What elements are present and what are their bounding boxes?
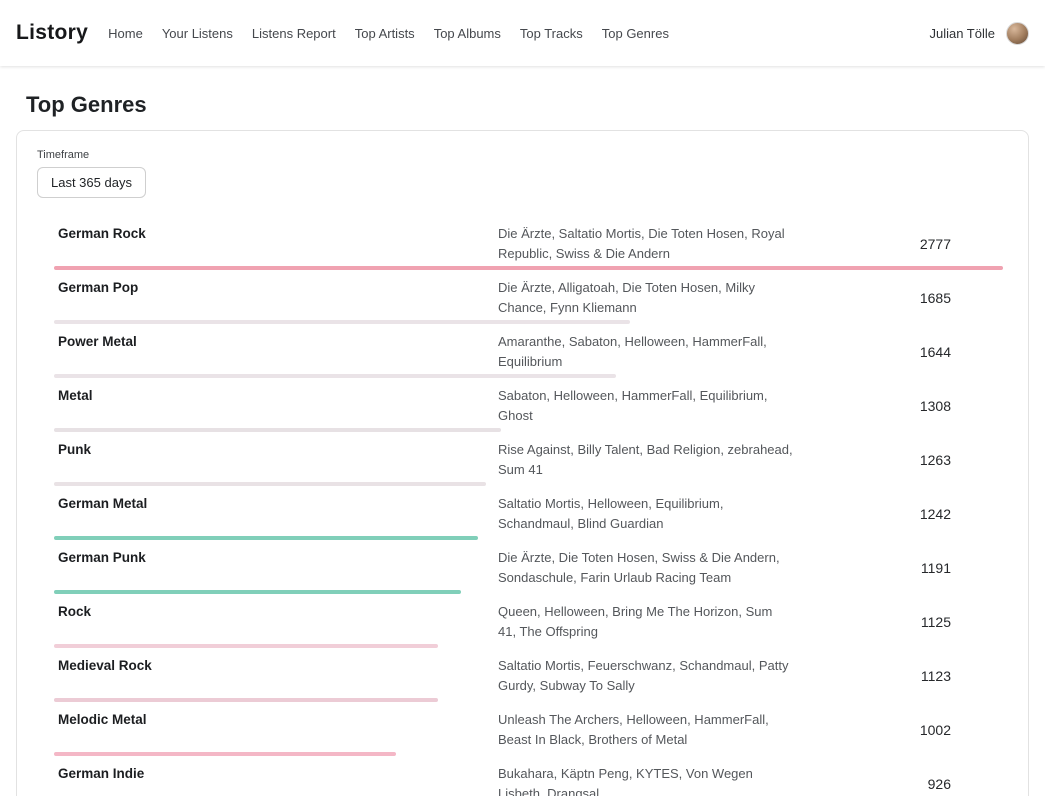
- genre-bar-track: [54, 428, 1003, 432]
- user-name: Julian Tölle: [929, 26, 995, 41]
- genre-name: Power Metal: [54, 332, 498, 352]
- genre-bar-track: [54, 644, 1003, 648]
- timeframe-filter: Timeframe Last 365 days: [17, 149, 1028, 198]
- genre-bar-track: [54, 320, 1003, 324]
- genre-artists: Unleash The Archers, Helloween, HammerFa…: [498, 710, 793, 749]
- genre-count: 926: [793, 776, 1003, 792]
- genre-count: 1125: [793, 614, 1003, 630]
- genre-row: German Metal Saltatio Mortis, Helloween,…: [54, 494, 1003, 540]
- genre-name: Punk: [54, 440, 498, 460]
- nav-item-your-listens[interactable]: Your Listens: [162, 26, 233, 41]
- genre-row: German Rock Die Ärzte, Saltatio Mortis, …: [54, 224, 1003, 270]
- genre-bar: [54, 428, 501, 432]
- genre-artists: Die Ärzte, Saltatio Mortis, Die Toten Ho…: [498, 224, 793, 263]
- timeframe-select[interactable]: Last 365 days: [37, 167, 146, 198]
- nav-item-top-albums[interactable]: Top Albums: [434, 26, 501, 41]
- genre-name: German Rock: [54, 224, 498, 244]
- top-navbar: Listory Home Your Listens Listens Report…: [0, 0, 1045, 66]
- genre-name: German Punk: [54, 548, 498, 568]
- genre-name: Rock: [54, 602, 498, 622]
- genre-bar: [54, 752, 396, 756]
- genre-count: 1123: [793, 668, 1003, 684]
- genre-count: 1191: [793, 560, 1003, 576]
- genre-row: German Pop Die Ärzte, Alligatoah, Die To…: [54, 278, 1003, 324]
- genre-row: Rock Queen, Helloween, Bring Me The Hori…: [54, 602, 1003, 648]
- genre-bar-track: [54, 482, 1003, 486]
- genre-name: German Metal: [54, 494, 498, 514]
- genre-bar: [54, 374, 616, 378]
- nav-item-top-artists[interactable]: Top Artists: [355, 26, 415, 41]
- genre-artists: Rise Against, Billy Talent, Bad Religion…: [498, 440, 793, 479]
- page-content: Top Genres Timeframe Last 365 days Germa…: [0, 92, 1045, 796]
- genre-bar-track: [54, 266, 1003, 270]
- genre-bar-track: [54, 698, 1003, 702]
- genre-artists: Saltatio Mortis, Helloween, Equilibrium,…: [498, 494, 793, 533]
- app-logo[interactable]: Listory: [16, 21, 88, 45]
- genre-count: 1308: [793, 398, 1003, 414]
- genre-bar-track: [54, 590, 1003, 594]
- nav-item-top-tracks[interactable]: Top Tracks: [520, 26, 583, 41]
- genre-artists: Die Ärzte, Alligatoah, Die Toten Hosen, …: [498, 278, 793, 317]
- genre-row: German Indie Bukahara, Käptn Peng, KYTES…: [54, 764, 1003, 796]
- user-menu[interactable]: Julian Tölle: [929, 22, 1029, 45]
- genre-row: Metal Sabaton, Helloween, HammerFall, Eq…: [54, 386, 1003, 432]
- genre-list: German Rock Die Ärzte, Saltatio Mortis, …: [54, 224, 1003, 796]
- genre-row: German Punk Die Ärzte, Die Toten Hosen, …: [54, 548, 1003, 594]
- genre-bar: [54, 590, 461, 594]
- genre-artists: Die Ärzte, Die Toten Hosen, Swiss & Die …: [498, 548, 793, 587]
- main-nav: Home Your Listens Listens Report Top Art…: [108, 26, 929, 41]
- genre-count: 2777: [793, 236, 1003, 252]
- genre-bar: [54, 644, 438, 648]
- genre-artists: Saltatio Mortis, Feuerschwanz, Schandmau…: [498, 656, 793, 695]
- avatar[interactable]: [1006, 22, 1029, 45]
- page-title: Top Genres: [26, 92, 1019, 118]
- top-genres-card: Timeframe Last 365 days German Rock Die …: [16, 130, 1029, 796]
- genre-bar: [54, 536, 478, 540]
- genre-row: Power Metal Amaranthe, Sabaton, Hellowee…: [54, 332, 1003, 378]
- genre-name: Metal: [54, 386, 498, 406]
- genre-bar: [54, 482, 486, 486]
- genre-count: 1002: [793, 722, 1003, 738]
- nav-item-home[interactable]: Home: [108, 26, 143, 41]
- genre-count: 1685: [793, 290, 1003, 306]
- genre-bar-track: [54, 374, 1003, 378]
- genre-bar: [54, 698, 438, 702]
- genre-artists: Sabaton, Helloween, HammerFall, Equilibr…: [498, 386, 793, 425]
- genre-count: 1242: [793, 506, 1003, 522]
- genre-count: 1644: [793, 344, 1003, 360]
- genre-row: Melodic Metal Unleash The Archers, Hello…: [54, 710, 1003, 756]
- genre-artists: Bukahara, Käptn Peng, KYTES, Von Wegen L…: [498, 764, 793, 796]
- genre-name: Melodic Metal: [54, 710, 498, 730]
- genre-bar-track: [54, 752, 1003, 756]
- genre-count: 1263: [793, 452, 1003, 468]
- nav-item-top-genres[interactable]: Top Genres: [602, 26, 669, 41]
- genre-artists: Queen, Helloween, Bring Me The Horizon, …: [498, 602, 793, 641]
- nav-item-listens-report[interactable]: Listens Report: [252, 26, 336, 41]
- genre-name: German Pop: [54, 278, 498, 298]
- timeframe-label: Timeframe: [37, 149, 1008, 161]
- genre-name: German Indie: [54, 764, 498, 784]
- genre-row: Medieval Rock Saltatio Mortis, Feuerschw…: [54, 656, 1003, 702]
- genre-bar: [54, 320, 630, 324]
- genre-name: Medieval Rock: [54, 656, 498, 676]
- genre-bar: [54, 266, 1003, 270]
- genre-artists: Amaranthe, Sabaton, Helloween, HammerFal…: [498, 332, 793, 371]
- genre-bar-track: [54, 536, 1003, 540]
- genre-row: Punk Rise Against, Billy Talent, Bad Rel…: [54, 440, 1003, 486]
